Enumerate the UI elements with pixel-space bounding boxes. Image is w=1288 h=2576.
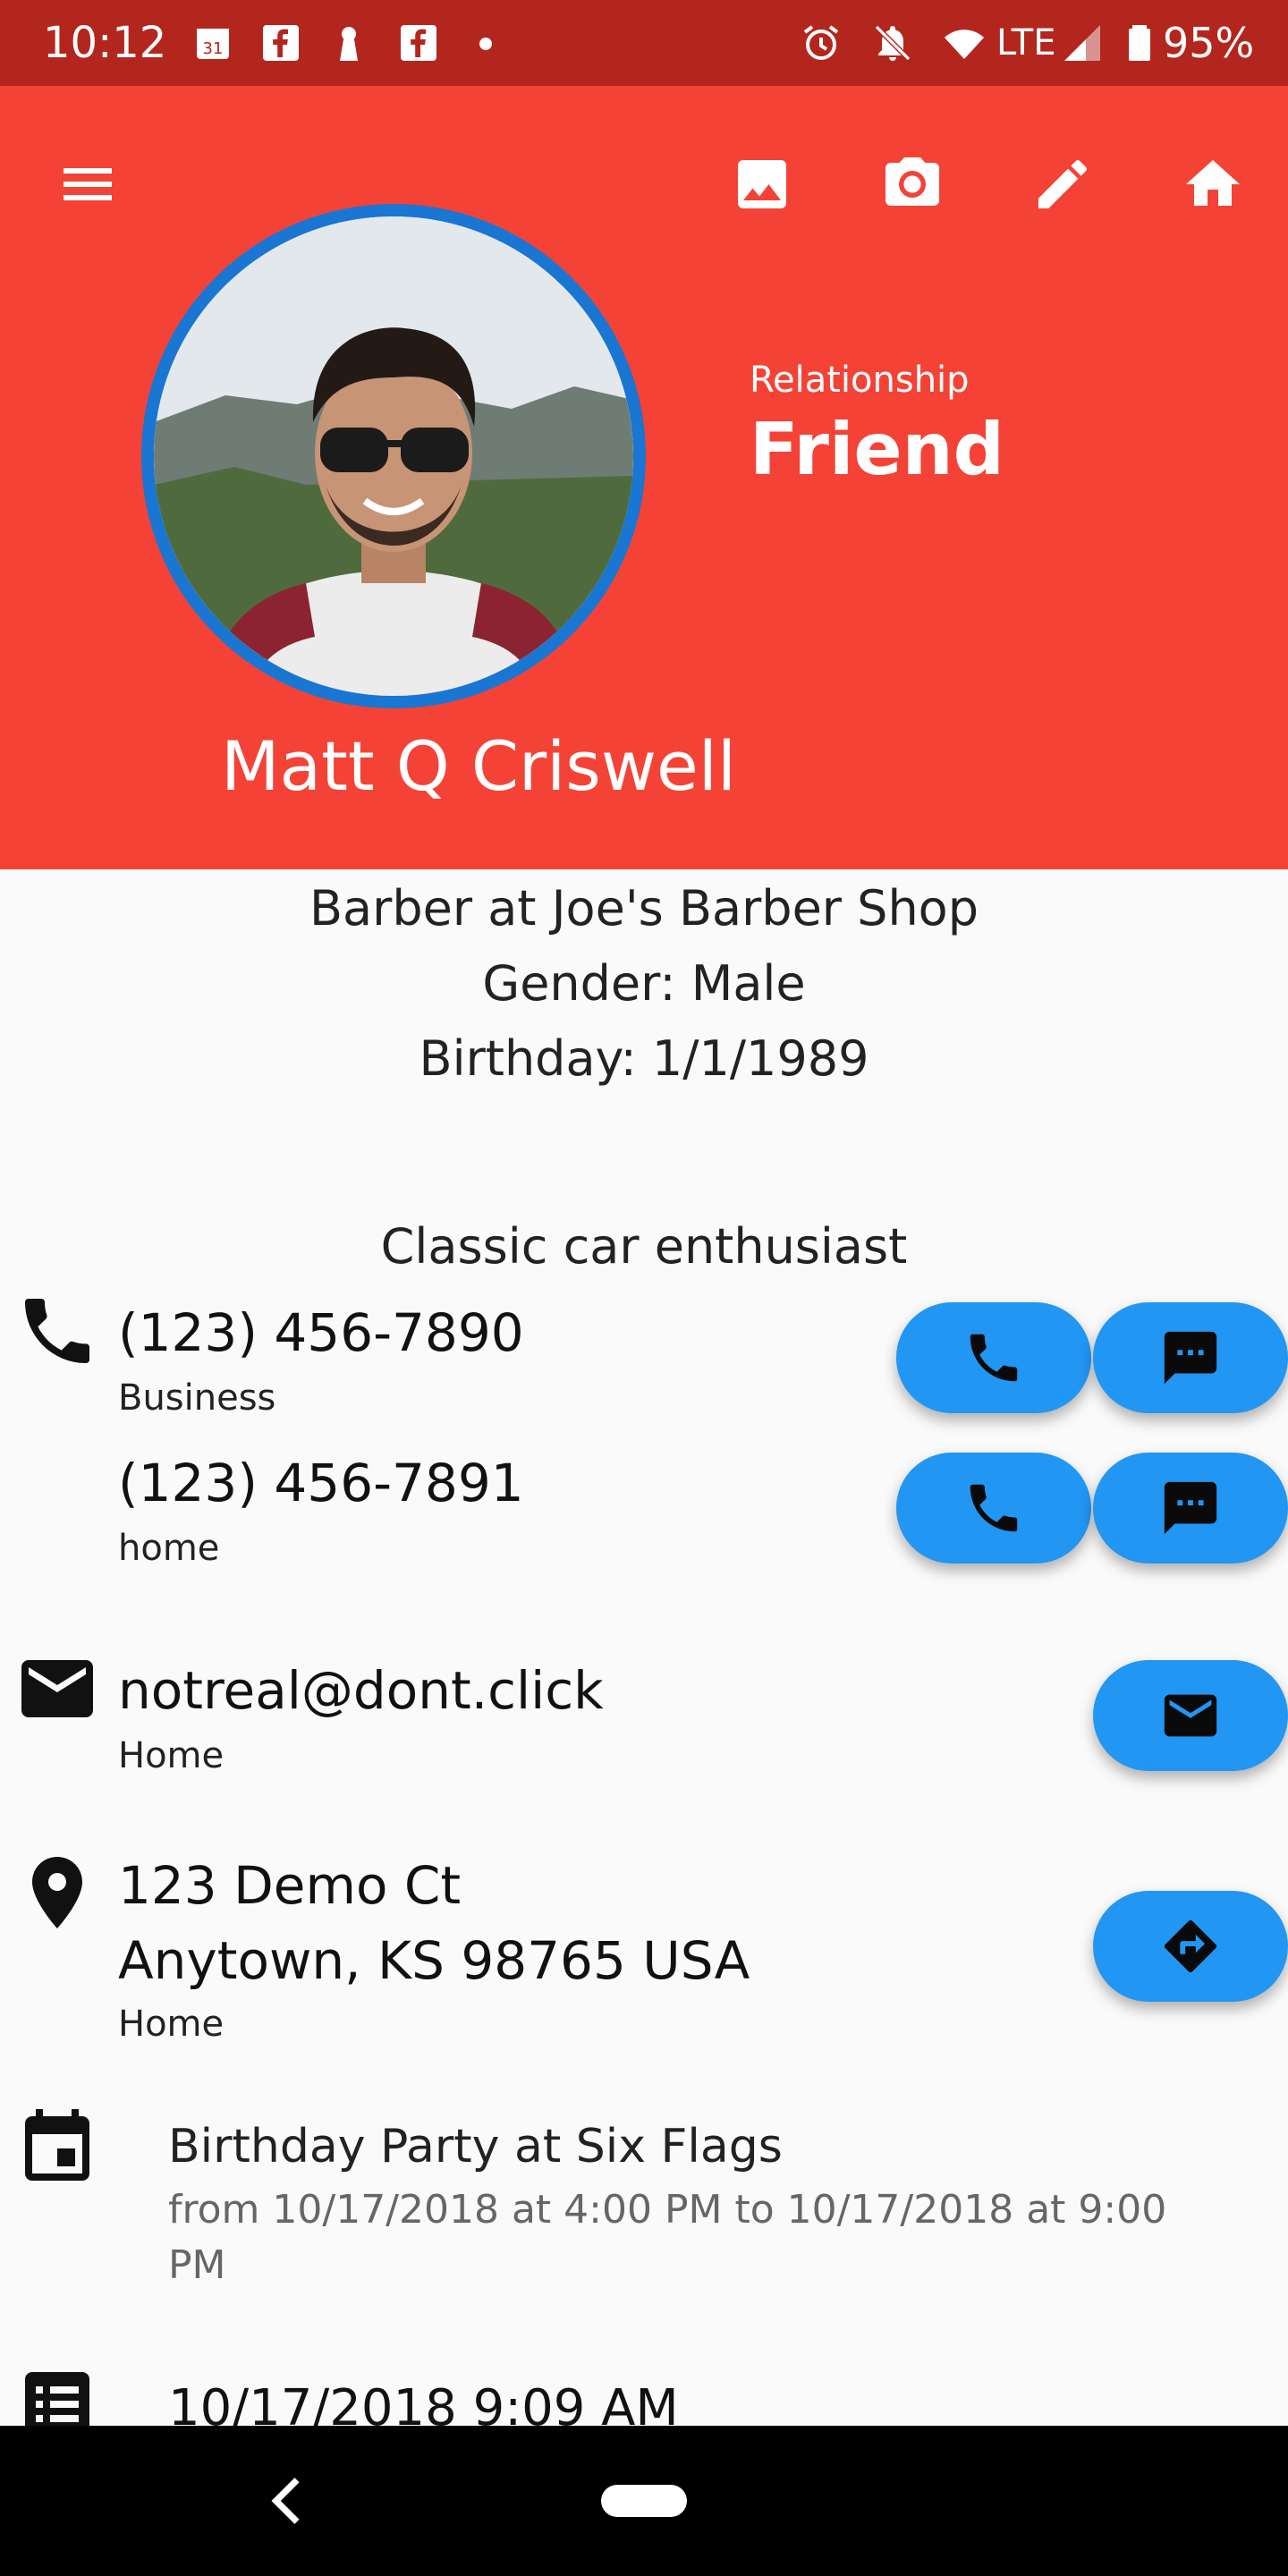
home-button[interactable]	[1170, 141, 1256, 227]
job-title: Barber at Joe's Barber Shop	[309, 880, 979, 936]
event-title[interactable]: Birthday Party at Six Flags	[168, 2120, 783, 2174]
sms-icon	[1164, 1331, 1217, 1385]
more-notifications-dot	[479, 38, 492, 50]
keyhole-notification-icon	[327, 21, 370, 64]
phone-number-1[interactable]: (123) 456-7890	[118, 1302, 524, 1363]
event-section-icon	[14, 2106, 100, 2191]
contact-name: Matt Q Criswell	[220, 726, 737, 806]
avatar[interactable]	[141, 204, 646, 708]
location-pin-icon	[32, 1857, 82, 1928]
menu-button[interactable]	[45, 141, 131, 227]
system-navigation-bar	[0, 2426, 1288, 2576]
directions-icon	[1164, 1919, 1217, 1973]
signal-icon	[1061, 21, 1104, 64]
camera-button[interactable]	[869, 141, 955, 227]
phone-icon	[970, 1334, 1018, 1382]
address-type: Home	[118, 2004, 225, 2045]
contact-header: Relationship Friend Matt Q Criswell	[0, 86, 1288, 869]
silent-icon	[871, 21, 914, 64]
wifi-icon	[943, 21, 986, 64]
message-button-1[interactable]	[1093, 1302, 1288, 1413]
calendar-notification-icon: 31	[191, 21, 234, 64]
gender: Gender: Male	[482, 955, 806, 1012]
relationship-value: Friend	[750, 408, 1004, 491]
email-address[interactable]: notreal@dont.click	[118, 1660, 604, 1721]
status-bar: 10:12 31 LTE 95%	[0, 0, 1288, 86]
sms-icon	[1164, 1481, 1217, 1535]
email-section-icon	[14, 1646, 100, 1732]
edit-button[interactable]	[1020, 141, 1106, 227]
menu-icon	[64, 168, 112, 200]
calendar-event-icon	[25, 2109, 89, 2181]
phone-number-2[interactable]: (123) 456-7891	[118, 1453, 524, 1513]
phone-section-icon	[14, 1288, 100, 1374]
event-detail: from 10/17/2018 at 4:00 PM to 10/17/2018…	[168, 2187, 1167, 2288]
home-icon	[1186, 160, 1240, 206]
facebook-notification-icon-2	[397, 21, 440, 64]
address-section-icon	[14, 1850, 100, 1936]
birthday: Birthday: 1/1/1989	[419, 1030, 869, 1087]
facebook-notification-icon	[259, 21, 302, 64]
phone-type-1: Business	[118, 1377, 276, 1419]
call-button-1[interactable]	[896, 1302, 1091, 1413]
directions-button[interactable]	[1093, 1891, 1288, 2002]
back-button[interactable]	[252, 2465, 324, 2537]
edit-icon	[1038, 159, 1087, 208]
bio: Classic car enthusiast	[380, 1218, 908, 1275]
home-pill-button[interactable]	[601, 2485, 687, 2517]
send-email-button[interactable]	[1093, 1660, 1288, 1771]
camera-icon	[886, 157, 939, 206]
email-icon	[21, 1660, 93, 1717]
relationship-label: Relationship	[750, 360, 970, 401]
message-button-2[interactable]	[1093, 1453, 1288, 1563]
email-icon	[1164, 1694, 1217, 1737]
battery-icon	[1118, 21, 1161, 64]
phone-icon	[970, 1484, 1018, 1532]
svg-text:31: 31	[203, 39, 224, 58]
image-icon	[738, 160, 786, 208]
address-line-1[interactable]: 123 Demo Ct	[118, 1855, 461, 1916]
phone-type-2: home	[118, 1528, 220, 1569]
battery-level: 95%	[1163, 19, 1255, 67]
status-time: 10:12	[43, 18, 167, 68]
gallery-button[interactable]	[719, 141, 805, 227]
back-chevron-icon	[271, 2478, 300, 2524]
email-type: Home	[118, 1735, 225, 1776]
avatar-photo	[154, 216, 633, 696]
alarm-icon	[800, 21, 843, 64]
address-line-2[interactable]: Anytown, KS 98765 USA	[118, 1930, 750, 1991]
call-button-2[interactable]	[896, 1453, 1091, 1563]
network-type: LTE	[996, 22, 1056, 64]
phone-icon	[25, 1299, 89, 1363]
